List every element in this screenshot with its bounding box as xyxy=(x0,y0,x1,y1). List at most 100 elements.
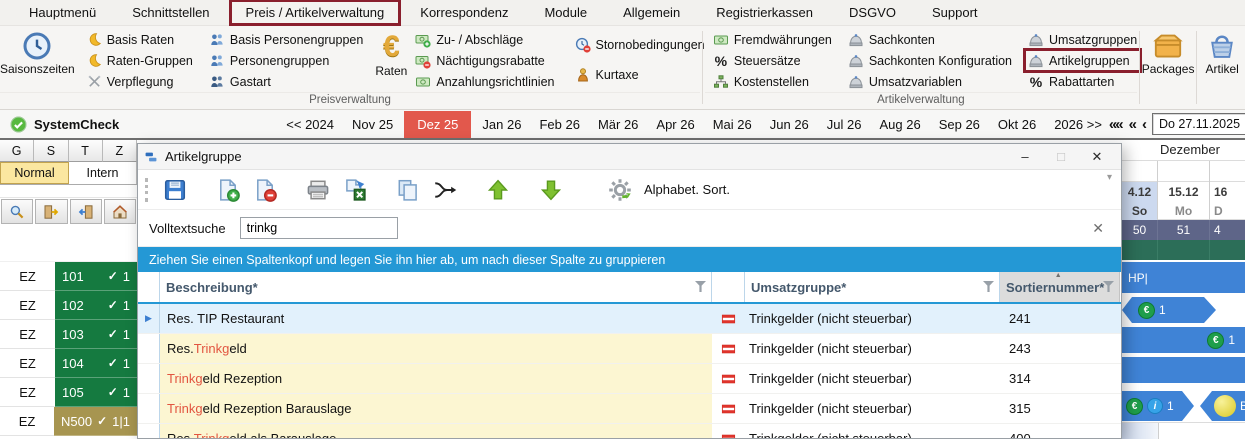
copy-button[interactable] xyxy=(393,175,423,205)
tab-hauptmenu[interactable]: Hauptmenü xyxy=(14,1,111,24)
reservation-bar[interactable]: € 1 xyxy=(1122,297,1216,323)
prev-year-link[interactable]: << 2024 xyxy=(279,112,341,137)
filter-funnel-icon[interactable] xyxy=(983,281,994,292)
checkin-button[interactable] xyxy=(35,199,68,224)
ribbon-umsatzgruppen-button[interactable]: Umsatzgruppen xyxy=(1025,29,1140,50)
month-item[interactable]: Jan 26 xyxy=(475,112,528,137)
ribbon-basis-personengruppen-button[interactable]: Basis Personengruppen xyxy=(206,29,366,50)
column-header-s[interactable]: S xyxy=(34,140,69,162)
ribbon-packages-button[interactable]: Packages xyxy=(1142,26,1194,109)
table-row[interactable]: Res. Trinkg eld Trinkgelder (nicht steuer… xyxy=(138,334,1121,364)
month-item[interactable]: Feb 26 xyxy=(532,112,586,137)
column-header-umsatzgruppe[interactable]: Umsatzgruppe* xyxy=(745,272,1000,302)
ribbon-kostenstellen-button[interactable]: Kostenstellen xyxy=(710,71,835,92)
nav-back-icon[interactable]: « xyxy=(1129,117,1137,132)
tab-normal[interactable]: Normal xyxy=(0,162,69,184)
ribbon-rabattarten-button[interactable]: % Rabattarten xyxy=(1025,71,1140,92)
ribbon-sachkonten-konfiguration-button[interactable]: Sachkonten Konfiguration xyxy=(845,50,1015,71)
column-header-z[interactable]: Z xyxy=(102,140,137,162)
dialog-titlebar[interactable]: Artikelgruppe – □ ✕ xyxy=(138,144,1121,170)
next-year-link[interactable]: 2026 >> xyxy=(1047,112,1109,137)
table-row[interactable]: ▶ Res. TIP Restaurant Trinkgelder (nicht… xyxy=(138,304,1121,334)
month-item[interactable]: Apr 26 xyxy=(649,112,701,137)
month-item[interactable]: Jul 26 xyxy=(820,112,869,137)
tab-schnittstellen[interactable]: Schnittstellen xyxy=(117,1,224,24)
checkout-button[interactable] xyxy=(69,199,102,224)
merge-button[interactable] xyxy=(430,175,460,205)
nav-step-back-icon[interactable]: ‹ xyxy=(1142,117,1147,132)
reservation-bar[interactable]: Bec xyxy=(1200,391,1245,421)
tab-preis-artikelverwaltung[interactable]: Preis / Artikelverwaltung xyxy=(228,0,402,26)
move-down-button[interactable] xyxy=(536,175,566,205)
toolbar-drag-handle[interactable] xyxy=(145,177,151,202)
ribbon-zu-abschlaege-button[interactable]: Zu- / Abschläge xyxy=(412,29,557,50)
reservation-bar[interactable]: HP| xyxy=(1122,262,1245,293)
room-row[interactable]: EZ 104 ✓ 1 xyxy=(0,349,137,378)
column-header-t[interactable]: T xyxy=(68,140,103,162)
room-row[interactable]: EZ 102 ✓ 1 xyxy=(0,291,137,320)
ribbon-steuersaetze-button[interactable]: % Steuersätze xyxy=(710,50,835,71)
maximize-button[interactable]: □ xyxy=(1043,145,1079,168)
month-item[interactable]: Jun 26 xyxy=(763,112,816,137)
clear-search-icon[interactable]: ✕ xyxy=(1086,220,1110,237)
ribbon-stornobedingungen-button[interactable]: Stornobedingungen xyxy=(572,34,708,55)
tab-registrierkassen[interactable]: Registrierkassen xyxy=(701,1,828,24)
filter-funnel-icon[interactable] xyxy=(695,281,706,292)
delete-record-button[interactable] xyxy=(250,175,280,205)
print-button[interactable] xyxy=(303,175,333,205)
table-row[interactable]: Res. Trinkgeld als Barauslage Trinkgelde… xyxy=(138,424,1121,438)
tab-support[interactable]: Support xyxy=(917,1,993,24)
filter-funnel-icon[interactable] xyxy=(1103,281,1114,292)
group-by-hint-band[interactable]: Ziehen Sie einen Spaltenkopf und legen S… xyxy=(138,247,1121,272)
column-header-sortiernummer[interactable]: ▲ Sortiernummer* xyxy=(1000,272,1120,302)
ribbon-gastart-button[interactable]: Gastart xyxy=(206,71,366,92)
nav-fast-back-icon[interactable]: «« xyxy=(1109,117,1124,132)
month-item[interactable]: Mai 26 xyxy=(706,112,759,137)
ribbon-raten-button[interactable]: € Raten xyxy=(375,28,407,78)
new-record-button[interactable] xyxy=(213,175,243,205)
tab-module[interactable]: Module xyxy=(529,1,602,24)
toolbar-overflow-icon[interactable]: ▾ xyxy=(1107,172,1112,183)
month-item[interactable]: Aug 26 xyxy=(873,112,928,137)
column-header-g[interactable]: G xyxy=(0,140,35,162)
tab-intern[interactable]: Intern xyxy=(69,162,137,184)
ribbon-artikel-button[interactable]: Artikel xyxy=(1199,26,1245,109)
column-header-flag[interactable] xyxy=(712,272,745,302)
ribbon-kurtaxe-button[interactable]: Kurtaxe xyxy=(572,64,708,85)
table-row[interactable]: Trinkg eld Rezeption Trinkgelder (nicht s… xyxy=(138,364,1121,394)
room-row[interactable]: EZ 101 ✓ 1 xyxy=(0,262,137,291)
column-header-beschreibung[interactable]: Beschreibung* xyxy=(160,272,712,302)
tab-dsgvo[interactable]: DSGVO xyxy=(834,1,911,24)
home-button[interactable] xyxy=(103,199,136,224)
table-row[interactable]: Trinkg eld Rezeption Barauslage Trinkgeld… xyxy=(138,394,1121,424)
month-item[interactable]: Sep 26 xyxy=(932,112,987,137)
alphabet-sort-button[interactable] xyxy=(605,175,635,205)
ribbon-sachkonten-button[interactable]: Sachkonten xyxy=(845,29,1015,50)
search-input[interactable] xyxy=(239,217,398,239)
reservation-bar[interactable] xyxy=(1122,357,1245,383)
room-row[interactable]: EZ 103 ✓ 1 xyxy=(0,320,137,349)
ribbon-naechtigungsrabatte-button[interactable]: Nächtigungsrabatte xyxy=(412,50,557,71)
month-item[interactable]: Mär 26 xyxy=(591,112,645,137)
export-excel-button[interactable] xyxy=(340,175,370,205)
month-item-selected[interactable]: Dez 25 xyxy=(404,110,472,138)
reservation-bar[interactable]: € i 1 xyxy=(1122,391,1194,421)
minimize-button[interactable]: – xyxy=(1007,145,1043,168)
ribbon-artikelgruppen-button[interactable]: Artikelgruppen xyxy=(1023,48,1143,73)
ribbon-personengruppen-button[interactable]: Personengruppen xyxy=(206,50,366,71)
room-row[interactable]: EZ N500 ✓ 1|1 xyxy=(0,407,137,436)
tab-korrespondenz[interactable]: Korrespondenz xyxy=(405,1,523,24)
ribbon-raten-gruppen-button[interactable]: Raten-Gruppen xyxy=(84,50,196,71)
tab-allgemein[interactable]: Allgemein xyxy=(608,1,695,24)
month-item[interactable]: Okt 26 xyxy=(991,112,1043,137)
search-rooms-button[interactable] xyxy=(1,199,34,224)
save-button[interactable] xyxy=(160,175,190,205)
ribbon-saisonszeiten-button[interactable]: Saisonszeiten xyxy=(0,28,75,76)
ribbon-umsatzvariablen-button[interactable]: Umsatzvariablen xyxy=(845,71,1015,92)
room-row[interactable]: EZ 105 ✓ 1 xyxy=(0,378,137,407)
ribbon-verpflegung-button[interactable]: Verpflegung xyxy=(84,71,196,92)
move-up-button[interactable] xyxy=(483,175,513,205)
ribbon-fremdwaehrungen-button[interactable]: Fremdwährungen xyxy=(710,29,835,50)
month-item[interactable]: Nov 25 xyxy=(345,112,400,137)
ribbon-anzahlungsrichtlinien-button[interactable]: Anzahlungsrichtlinien xyxy=(412,71,557,92)
